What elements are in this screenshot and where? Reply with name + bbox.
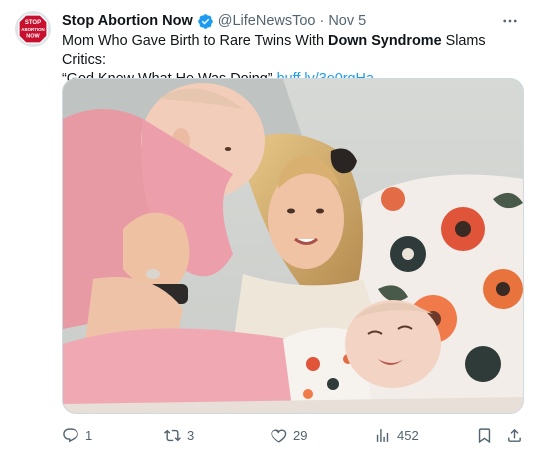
bookmark-button[interactable] bbox=[476, 424, 493, 446]
reply-button[interactable]: 1 bbox=[62, 424, 92, 446]
author-handle[interactable]: @LifeNewsToo bbox=[218, 13, 316, 29]
reply-count: 1 bbox=[85, 427, 93, 443]
repost-icon bbox=[164, 429, 181, 441]
views-button[interactable]: 452 bbox=[374, 424, 419, 446]
tweet-photo[interactable] bbox=[62, 78, 524, 414]
reply-icon bbox=[63, 427, 78, 442]
tweet-header: Stop Abortion Now @LifeNewsToo · Nov 5 bbox=[62, 10, 521, 32]
svg-text:NOW: NOW bbox=[26, 34, 40, 40]
svg-text:STOP: STOP bbox=[25, 20, 41, 26]
more-icon[interactable] bbox=[499, 10, 521, 32]
repost-button[interactable]: 3 bbox=[164, 424, 194, 446]
avatar[interactable]: STOP ABORTION NOW bbox=[15, 11, 51, 47]
share-icon bbox=[508, 428, 521, 442]
stop-sign-logo: STOP ABORTION NOW bbox=[15, 11, 51, 47]
tweet[interactable]: STOP ABORTION NOW Stop Abortion Now @Lif… bbox=[0, 0, 535, 453]
bookmark-icon bbox=[478, 427, 491, 443]
tweet-text-bold: Down Syndrome bbox=[328, 33, 442, 49]
svg-text:ABORTION: ABORTION bbox=[21, 27, 44, 32]
share-button[interactable] bbox=[506, 424, 523, 446]
photo-illustration bbox=[63, 79, 523, 413]
verified-badge-icon bbox=[197, 13, 214, 30]
views-count: 452 bbox=[397, 427, 419, 443]
like-icon bbox=[271, 428, 287, 443]
views-icon bbox=[376, 428, 389, 442]
like-button[interactable]: 29 bbox=[270, 424, 307, 446]
tweet-text-part1: Mom Who Gave Birth to Rare Twins With bbox=[62, 33, 329, 49]
repost-count: 3 bbox=[187, 427, 195, 443]
action-bar: 1 3 29 452 bbox=[62, 424, 524, 446]
timestamp[interactable]: Nov 5 bbox=[328, 13, 366, 29]
separator: · bbox=[319, 13, 325, 29]
like-count: 29 bbox=[293, 427, 308, 443]
author-name[interactable]: Stop Abortion Now bbox=[62, 13, 193, 29]
